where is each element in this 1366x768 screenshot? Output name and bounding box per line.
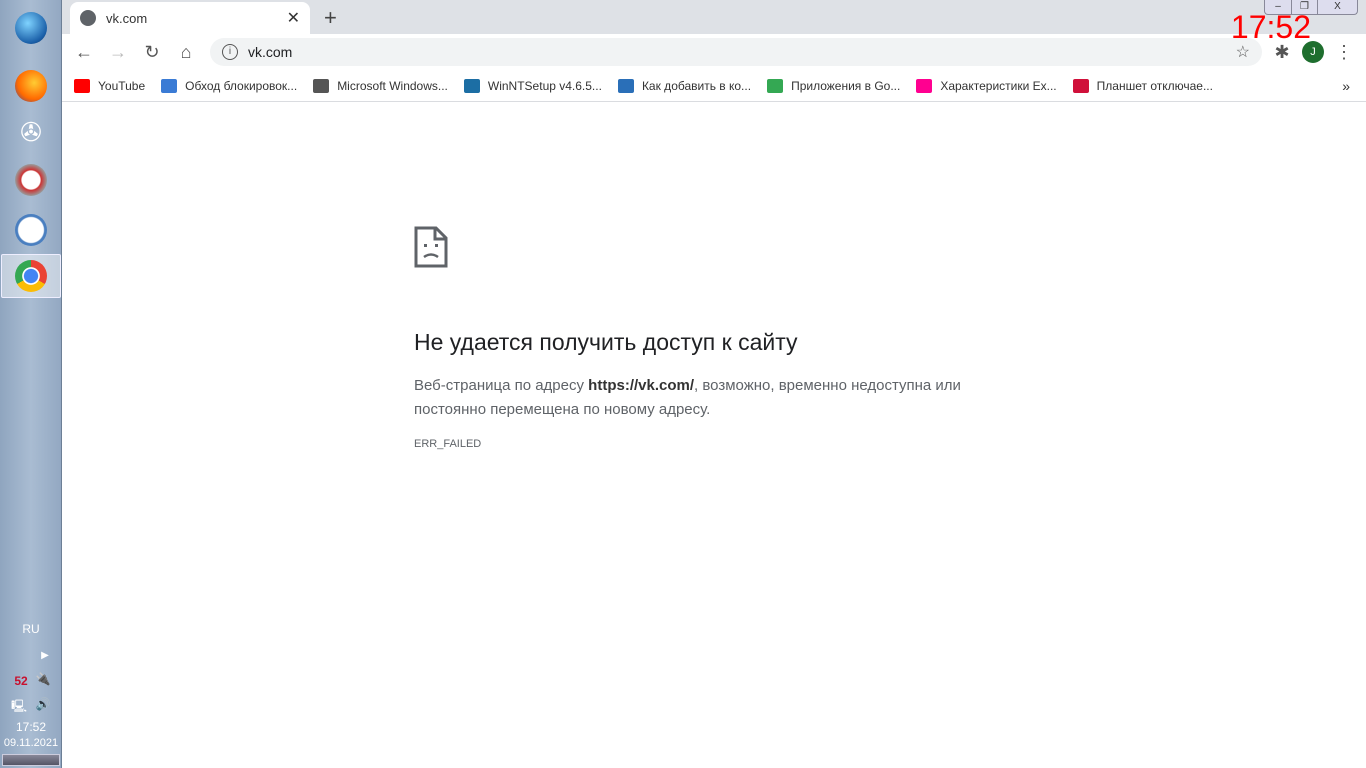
bookmark-item[interactable]: Обход блокировок... [161,78,298,93]
menu-kebab-icon[interactable]: ⋮ [1330,38,1358,66]
taskbar-compass-app[interactable] [6,158,56,202]
tray-time[interactable]: 17:52 [0,720,62,734]
error-page: Не удается получить доступ к сайту Веб-с… [414,226,974,450]
bookmark-favicon-icon [916,78,933,93]
bookmark-label: Приложения в Go... [791,78,901,93]
bookmark-favicon-icon [1072,78,1089,93]
taskbar-chrome[interactable] [1,254,61,298]
bookmark-label: WinNTSetup v4.6.5... [487,78,602,93]
bookmark-item[interactable]: WinNTSetup v4.6.5... [463,78,602,93]
taskbar-clock-app[interactable] [6,208,56,252]
bookmark-label: Планшет отключае... [1096,78,1213,93]
show-desktop-button[interactable] [2,754,60,766]
bookmark-label: YouTube [98,78,146,93]
language-indicator[interactable]: RU [0,622,62,636]
bookmark-item[interactable]: Планшет отключае... [1072,78,1213,93]
toolbar: ← → ↻ ⌂ i vk.com ☆ ✱ J ⋮ [62,34,1366,70]
bookmark-label: Характеристики Ex... [940,78,1057,93]
taskbar: ✇ RU ▶ 52 🔌 🖳 🔊 17:52 09.11.2021 [0,0,62,768]
tab-strip: vk.com ✕ + – ❐ X [62,0,1366,34]
bookmark-label: Microsoft Windows... [337,78,448,93]
start-button[interactable] [6,6,56,50]
firefox-icon [15,70,47,102]
bookmark-favicon-icon [617,78,634,93]
bookmark-item[interactable]: Как добавить в ко... [617,78,752,93]
clock-icon [15,214,47,246]
bookmark-label: Как добавить в ко... [641,78,752,93]
forward-button[interactable]: → [104,38,132,66]
bookmark-item[interactable]: Microsoft Windows... [313,78,448,93]
info-icon[interactable]: i [222,44,238,60]
desc-text: Веб-страница по адресу [414,377,589,394]
taskbar-firefox[interactable] [6,64,56,108]
error-description: Веб-страница по адресу https://vk.com/, … [414,374,974,422]
tab-vk[interactable]: vk.com ✕ [70,2,310,34]
error-code: ERR_FAILED [414,438,482,450]
error-title: Не удается получить доступ к сайту [414,329,798,355]
compass-icon [15,164,47,196]
pinwheel-icon: ✇ [20,117,42,147]
back-button[interactable]: ← [70,38,98,66]
close-tab-icon[interactable]: ✕ [287,8,300,28]
sad-document-icon [414,226,448,268]
windows-logo-icon [15,12,47,44]
browser-window: vk.com ✕ + – ❐ X 17:52 ← → ↻ ⌂ i vk.com … [62,0,1366,768]
bookmarks-bar: YouTube Обход блокировок... Microsoft Wind… [62,70,1366,102]
taskbar-pinwheel-app[interactable]: ✇ [6,110,56,154]
tab-title: vk.com [106,10,148,26]
address-bar[interactable]: i vk.com ☆ [210,38,1262,66]
chrome-icon [15,260,47,292]
bookmark-item[interactable]: Характеристики Ex... [916,78,1057,93]
bookmarks-overflow-button[interactable]: » [1342,78,1350,94]
close-button[interactable]: X [1317,0,1357,14]
tray-date[interactable]: 09.11.2021 [0,737,62,749]
globe-icon [80,10,96,26]
bookmark-item[interactable]: Приложения в Go... [767,78,901,93]
home-button[interactable]: ⌂ [172,38,200,66]
bookmark-favicon-icon [767,78,784,93]
bookmark-favicon-icon [161,78,178,93]
bookmark-favicon-icon [313,78,330,93]
bookmark-star-icon[interactable]: ☆ [1236,42,1250,62]
bookmark-label: Обход блокировок... [185,78,298,93]
new-tab-button[interactable]: + [324,5,337,31]
reload-button[interactable]: ↻ [138,38,166,66]
error-url: https://vk.com/ [588,377,695,394]
address-text: vk.com [248,44,293,60]
bookmark-item[interactable]: YouTube [74,78,146,93]
bookmark-favicon-icon [74,78,90,93]
bookmark-favicon-icon [463,78,480,93]
overlay-clock: 17:52 [1230,9,1311,45]
